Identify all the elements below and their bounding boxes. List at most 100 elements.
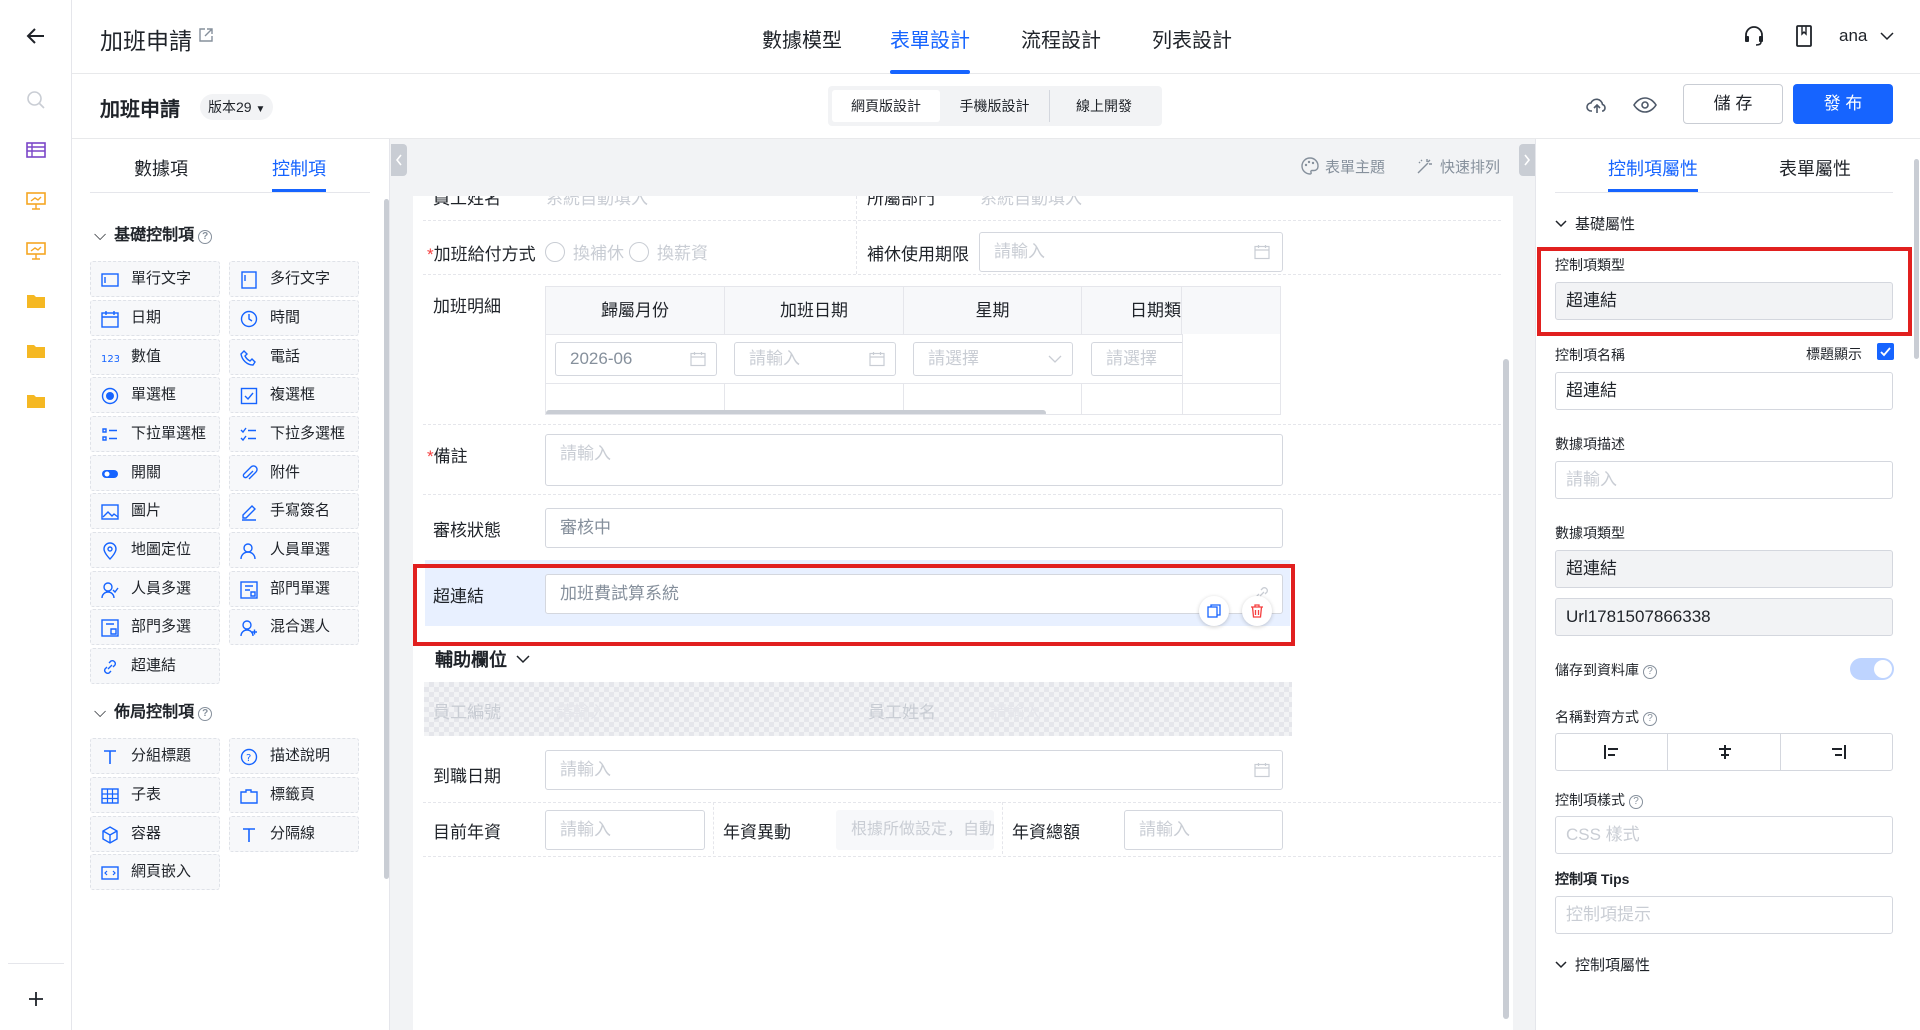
presentation-icon[interactable]: [22, 187, 50, 215]
tab-data-model[interactable]: 數據模型: [762, 24, 842, 53]
section-basic-properties[interactable]: 基礎屬性: [1555, 213, 1635, 234]
detail-month-input[interactable]: 2026-06: [555, 342, 717, 376]
support-headset-icon[interactable]: [1742, 24, 1766, 48]
control-single-line-text[interactable]: 單行文字: [90, 261, 220, 297]
canvas-scrollbar[interactable]: [1503, 359, 1509, 1019]
chevron-down-icon[interactable]: [1880, 31, 1894, 41]
help-icon[interactable]: ?: [1643, 712, 1657, 726]
control-number[interactable]: 123 數值: [90, 339, 220, 375]
section-basic-controls[interactable]: ⌵ 基礎控制項?: [94, 221, 213, 245]
help-icon[interactable]: ?: [198, 707, 213, 721]
mode-mobile[interactable]: 手機版設計: [940, 90, 1050, 122]
external-link-icon[interactable]: [198, 27, 214, 43]
control-user-single[interactable]: 人員單選: [229, 532, 359, 568]
control-user-multi[interactable]: 人員多選: [90, 571, 220, 607]
control-radio[interactable]: 單選框: [90, 377, 220, 413]
remark-textarea[interactable]: 請輸入: [545, 434, 1283, 486]
control-mixed-select[interactable]: 混合選人: [229, 609, 359, 645]
properties-scrollbar[interactable]: [1914, 159, 1919, 359]
tab-control-properties[interactable]: 控制項屬性: [1608, 155, 1698, 181]
tab-form-properties[interactable]: 表單屬性: [1779, 155, 1851, 181]
join-date-input[interactable]: 請輸入: [545, 750, 1283, 790]
search-icon[interactable]: [22, 86, 50, 114]
control-description[interactable]: ? 描述說明: [229, 738, 359, 774]
section-layout-controls[interactable]: ⌵ 佈局控制項?: [94, 698, 213, 722]
control-location[interactable]: 地圖定位: [90, 532, 220, 568]
preview-eye-icon[interactable]: [1633, 96, 1657, 114]
tab-form-design[interactable]: 表單設計: [890, 24, 970, 53]
mode-online-dev[interactable]: 線上開發: [1050, 90, 1158, 122]
control-dept-single[interactable]: 部門單選: [229, 571, 359, 607]
control-dropdown-multi[interactable]: 下拉多選框: [229, 416, 359, 452]
align-center-button[interactable]: [1669, 734, 1781, 770]
collapse-right-handle[interactable]: [1519, 144, 1535, 176]
control-tabs[interactable]: 標籤頁: [229, 777, 359, 813]
aux-section-title[interactable]: 輔助欄位: [435, 646, 530, 672]
plus-icon[interactable]: [22, 985, 50, 1013]
control-divider[interactable]: 分隔線: [229, 816, 359, 852]
control-signature[interactable]: 手寫簽名: [229, 493, 359, 529]
control-dropdown-single[interactable]: 下拉單選框: [90, 416, 220, 452]
calendar-icon: [690, 352, 706, 367]
detail-weekday-select[interactable]: 請選擇: [913, 342, 1073, 376]
control-switch[interactable]: 開關: [90, 455, 220, 491]
control-phone[interactable]: 電話: [229, 339, 359, 375]
css-style-input[interactable]: CSS 樣式: [1555, 816, 1893, 854]
mode-web[interactable]: 網頁版設計: [832, 90, 940, 122]
status-input[interactable]: 審核中: [545, 508, 1283, 548]
help-icon[interactable]: ?: [198, 230, 213, 244]
table-horizontal-scrollbar[interactable]: [546, 410, 1046, 414]
tab-data-items[interactable]: 數據項: [134, 155, 188, 181]
radio-salary[interactable]: 換薪資: [629, 239, 708, 264]
folder-icon[interactable]: [22, 387, 50, 415]
align-left-button[interactable]: [1556, 734, 1668, 770]
scrollbar[interactable]: [384, 199, 389, 879]
help-icon[interactable]: ?: [1629, 795, 1643, 809]
control-name-input[interactable]: 超連結: [1555, 372, 1893, 410]
tips-input[interactable]: 控制項提示: [1555, 896, 1893, 934]
back-arrow-icon[interactable]: [22, 22, 50, 50]
collapse-left-handle[interactable]: [391, 144, 407, 176]
control-group-title[interactable]: 分組標題: [90, 738, 220, 774]
folder-icon[interactable]: [22, 287, 50, 315]
store-db-toggle[interactable]: [1850, 658, 1894, 680]
control-image[interactable]: 圖片: [90, 493, 220, 529]
control-date[interactable]: 日期: [90, 300, 220, 336]
link-icon: [104, 660, 116, 674]
control-hyperlink[interactable]: 超連結: [90, 648, 220, 684]
save-button[interactable]: 儲 存: [1683, 84, 1783, 124]
tab-controls[interactable]: 控制項: [272, 155, 326, 181]
control-container[interactable]: 容器: [90, 816, 220, 852]
control-dept-multi[interactable]: 部門多選: [90, 609, 220, 645]
folder-icon[interactable]: [22, 337, 50, 365]
version-select[interactable]: 版本29 ▼: [200, 94, 274, 120]
align-right-button[interactable]: [1782, 734, 1894, 770]
control-multi-line-text[interactable]: 多行文字: [229, 261, 359, 297]
book-icon[interactable]: [1794, 24, 1814, 48]
cloud-upload-icon[interactable]: [1586, 96, 1608, 114]
control-attachment[interactable]: 附件: [229, 455, 359, 491]
user-name[interactable]: ana: [1839, 26, 1867, 46]
help-icon[interactable]: ?: [1643, 665, 1657, 679]
list-icon[interactable]: [22, 136, 50, 164]
tab-flow-design[interactable]: 流程設計: [1021, 24, 1101, 53]
presentation-icon[interactable]: [22, 237, 50, 265]
publish-button[interactable]: 發 布: [1793, 84, 1893, 124]
seniority-total-input[interactable]: 請輸入: [1124, 810, 1283, 850]
control-web-embed[interactable]: 網頁嵌入: [90, 854, 220, 890]
form-theme-button[interactable]: 表單主題: [1301, 156, 1385, 177]
title-show-checkbox[interactable]: [1877, 343, 1894, 360]
tab-list-design[interactable]: 列表設計: [1152, 24, 1232, 53]
control-time[interactable]: 時間: [229, 300, 359, 336]
comp-deadline-input[interactable]: 請輸入: [979, 232, 1283, 272]
detail-date-input[interactable]: 請輸入: [734, 342, 896, 376]
quick-arrange-button[interactable]: 快速排列: [1416, 156, 1500, 177]
control-subtable[interactable]: 子表: [90, 777, 220, 813]
section-control-properties[interactable]: 控制項屬性: [1555, 954, 1650, 975]
data-desc-input[interactable]: 請輸入: [1555, 461, 1893, 499]
form-row-employee: 員工姓名 系統自動填入 所屬部門 系統自動填入: [413, 196, 1513, 220]
detail-daytype-select[interactable]: 請選擇: [1091, 342, 1186, 376]
control-checkbox[interactable]: 複選框: [229, 377, 359, 413]
seniority-input[interactable]: 請輸入: [545, 810, 705, 850]
radio-comp-leave[interactable]: 換補休: [545, 239, 624, 264]
